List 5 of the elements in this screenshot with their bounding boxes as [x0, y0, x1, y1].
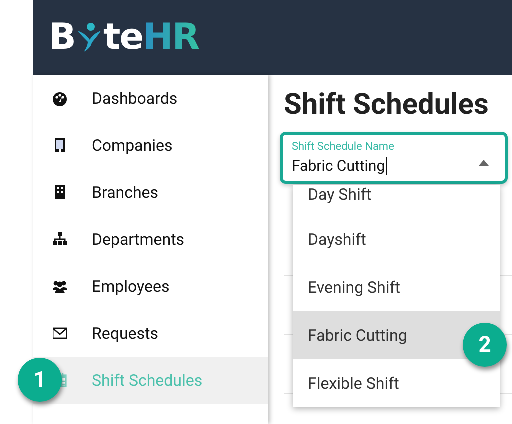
field-label: Shift Schedule Name	[292, 140, 394, 153]
step-tooltip: 1	[18, 358, 62, 402]
logo: B teHR	[49, 18, 199, 58]
field-value: Fabric Cutting	[292, 157, 388, 175]
page-title: Shift Schedules	[284, 87, 490, 123]
